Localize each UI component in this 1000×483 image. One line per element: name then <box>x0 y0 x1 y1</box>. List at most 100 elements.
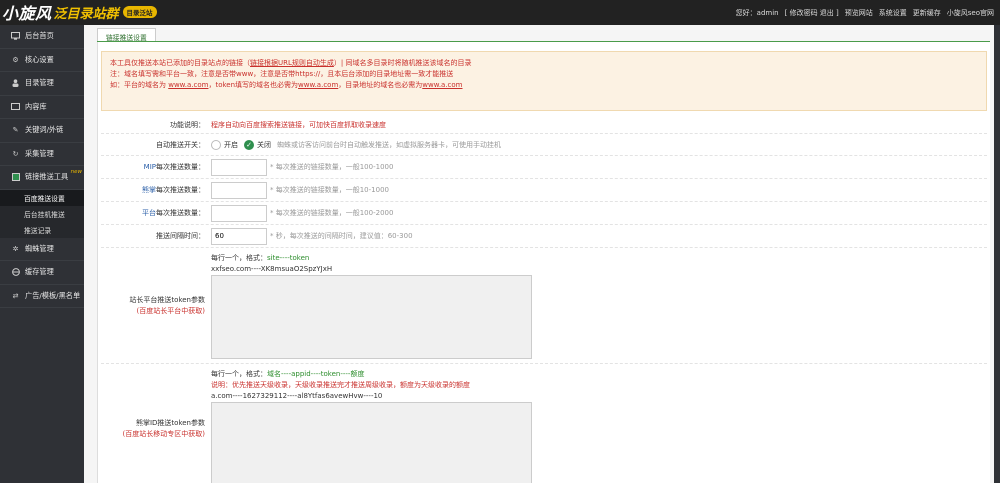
settings-panel: 本工具仅推送本站已添加的目录站点的链接（链接根据URL规则自动生成）| 同域名多… <box>97 42 990 483</box>
cog-icon: ⚙ <box>12 55 19 64</box>
sidebar-item-label: 后台首页 <box>25 31 54 41</box>
platform-hint: * 每次推送的链接数量，一般100-2000 <box>270 209 394 217</box>
folder-icon <box>11 102 20 111</box>
logo-sub: 泛目录站群 <box>53 6 119 22</box>
scrollbar[interactable] <box>994 25 1000 483</box>
sidebar: 后台首页 ⚙ 核心设置 目录管理 内容库 ✎ 关键词/外链 ↻ 采集管理 链接推… <box>0 25 84 483</box>
platform-token-label: 站长平台推送token参数 <box>129 295 205 304</box>
greeting: 您好：admin <box>735 9 779 17</box>
sidebar-item-content-library[interactable]: 内容库 <box>0 96 84 119</box>
form-row-mip: MIP每次推送数量： * 每次推送的链接数量，一般100-1000 <box>101 156 987 179</box>
sidebar-item-directory[interactable]: 目录管理 <box>0 72 84 96</box>
mip-count-input[interactable] <box>211 158 267 176</box>
logo-badge: 目录泛站 <box>122 6 157 18</box>
top-links: 您好：admin [ 修改密码 退出 ] 预览网站 系统设置 更新缓存 小旋风s… <box>736 8 994 18</box>
system-settings-link[interactable]: 系统设置 <box>879 8 907 18</box>
interval-label: 推送间隔时间： <box>156 232 205 240</box>
sidebar-item-label: 关键词/外链 <box>25 125 64 135</box>
box-icon <box>11 173 20 182</box>
tab-push-settings[interactable]: 链接推送设置 <box>97 28 156 42</box>
key-icon: ✎ <box>12 126 19 135</box>
sidebar-item-push-tools[interactable]: 链接推送工具 new <box>0 166 84 190</box>
sidebar-item-label: 缓存管理 <box>25 267 54 277</box>
logo-main: 小旋风 <box>2 4 52 23</box>
sidebar-subitem-label: 后台挂机推送 <box>24 210 65 219</box>
sidebar-subitem-label: 百度推送设置 <box>24 194 65 203</box>
sidebar-item-keywords[interactable]: ✎ 关键词/外链 <box>0 119 84 143</box>
top-bar: 小旋风 泛目录站群 目录泛站 您好：admin [ 修改密码 退出 ] 预览网站… <box>0 0 1000 25</box>
xz-format-prefix: 每行一个，格式： <box>211 370 267 378</box>
fast-label-prefix: 熊掌 <box>142 186 156 194</box>
platform-token-sublabel: (百度站长平台中获取) <box>136 306 205 315</box>
interval-hint: * 秒，每次推送的间隔时间，建议值：60-300 <box>270 232 413 240</box>
main-content: 链接推送设置 本工具仅推送本站已添加的目录站点的链接（链接根据URL规则自动生成… <box>84 25 994 483</box>
spider-icon: ✲ <box>12 244 19 253</box>
settings-form: 功能说明： 程序自动向百度搜索推送链接，可加快百度抓取收录速度 自动推送开关： … <box>101 116 987 483</box>
xiongzhang-token-sublabel: (百度站长移动专区中获取) <box>122 429 205 438</box>
fast-hint: * 每次推送的链接数量，一般10-1000 <box>270 186 389 194</box>
notice-box: 本工具仅推送本站已添加的目录站点的链接（链接根据URL规则自动生成）| 同域名多… <box>101 51 987 111</box>
auto-push-off-radio[interactable]: ✓ 关闭 <box>244 139 271 150</box>
xz-example: a.com----1627329112----al8Ytfas6avewHvw-… <box>211 392 383 400</box>
platform-token-textarea[interactable] <box>211 275 532 359</box>
form-row-auto-push: 自动推送开关： 开启 ✓ 关闭 蜘蛛或访客访问前台时自动触发推送，如虚拟服务器卡，… <box>101 134 987 156</box>
sidebar-item-collection[interactable]: ↻ 采集管理 <box>0 143 84 166</box>
auto-push-label: 自动推送开关： <box>156 140 205 149</box>
mip-label-prefix: MIP <box>143 163 156 171</box>
mip-label: 每次推送数量： <box>156 163 205 171</box>
globe-icon <box>11 268 20 277</box>
logo[interactable]: 小旋风 泛目录站群 目录泛站 <box>2 1 157 23</box>
xiongzhang-token-label: 熊掌ID推送token参数 <box>135 418 205 427</box>
platform-count-input[interactable] <box>211 204 267 222</box>
url-rule-link[interactable]: 链接根据URL规则自动生成 <box>250 59 334 67</box>
sidebar-item-label: 采集管理 <box>25 148 54 158</box>
form-row-interval: 推送间隔时间： * 秒，每次推送的间隔时间，建议值：60-300 <box>101 225 987 248</box>
refresh-icon: ↻ <box>12 149 19 158</box>
auto-push-on-radio[interactable]: 开启 <box>211 139 238 150</box>
example-domain-link[interactable]: www.a.com <box>422 81 462 89</box>
xiongzhang-token-textarea[interactable] <box>211 402 532 483</box>
form-row-platform: 平台每次推送数量： * 每次推送的链接数量，一般100-2000 <box>101 202 987 225</box>
example-domain-link[interactable]: www.a.com <box>298 81 338 89</box>
sidebar-item-home[interactable]: 后台首页 <box>0 25 84 49</box>
change-password-logout-link[interactable]: [ 修改密码 退出 ] <box>785 8 839 18</box>
fast-count-input[interactable] <box>211 181 267 199</box>
update-cache-link[interactable]: 更新缓存 <box>913 8 941 18</box>
sidebar-subitem-push-log[interactable]: 推送记录 <box>0 221 84 238</box>
sidebar-item-label: 目录管理 <box>25 78 54 88</box>
notice-line-1: 本工具仅推送本站已添加的目录站点的链接（链接根据URL规则自动生成）| 同域名多… <box>110 59 472 67</box>
xz-format: 域名----appid----token----额度 <box>267 370 365 378</box>
sidebar-item-ads-templates[interactable]: ⇄ 广告/模板/黑名单 <box>0 285 84 308</box>
form-row-xiongzhang-token: 熊掌ID推送token参数 (百度站长移动专区中获取) 每行一个，格式：域名--… <box>101 364 987 483</box>
sidebar-subitem-baidu-push[interactable]: 百度推送设置 <box>0 189 84 206</box>
shuffle-icon: ⇄ <box>12 291 19 300</box>
sidebar-item-label: 核心设置 <box>25 54 54 64</box>
monitor-icon <box>11 32 20 41</box>
token-format: site----token <box>267 254 310 262</box>
interval-input[interactable] <box>211 227 267 245</box>
tab-bar: 链接推送设置 <box>97 28 156 42</box>
sidebar-item-core-settings[interactable]: ⚙ 核心设置 <box>0 49 84 72</box>
mip-hint: * 每次推送的链接数量，一般100-1000 <box>270 163 394 171</box>
sidebar-item-label: 内容库 <box>25 101 47 111</box>
notice-line-3: 如：平台的域名为 www.a.com，token填写的域名也必需为www.a.c… <box>110 81 463 89</box>
description-label: 功能说明： <box>170 120 205 129</box>
sidebar-item-spider[interactable]: ✲ 蜘蛛管理 <box>0 238 84 261</box>
user-icon <box>11 79 20 88</box>
sidebar-item-cache[interactable]: 缓存管理 <box>0 261 84 285</box>
fast-label: 每次推送数量： <box>156 186 205 194</box>
preview-site-link[interactable]: 预览网站 <box>845 8 873 18</box>
description-value: 程序自动向百度搜索推送链接，可加快百度抓取收录速度 <box>211 120 386 129</box>
sidebar-item-label: 蜘蛛管理 <box>25 243 54 253</box>
example-domain-link[interactable]: www.a.com <box>168 81 208 89</box>
form-row-description: 功能说明： 程序自动向百度搜索推送链接，可加快百度抓取收录速度 <box>101 116 987 134</box>
auto-push-hint: 蜘蛛或访客访问前台时自动触发推送，如虚拟服务器卡，可使用手动挂机 <box>277 140 501 149</box>
sidebar-subitem-background-push[interactable]: 后台挂机推送 <box>0 205 84 222</box>
xz-note: 说明：优先推送天级收录，天级收录推送完才推送周级收录，额度为天级收录的额度 <box>211 381 470 389</box>
sidebar-item-label: 广告/模板/黑名单 <box>25 290 81 300</box>
token-format-prefix: 每行一个，格式： <box>211 254 267 262</box>
token-example: xxfseo.com----XK8msuaO2SpzYJxH <box>211 265 333 273</box>
sidebar-item-label: 链接推送工具 <box>25 172 69 182</box>
official-site-link[interactable]: 小旋风seo官网 <box>947 8 994 18</box>
check-icon: ✓ <box>244 139 254 150</box>
